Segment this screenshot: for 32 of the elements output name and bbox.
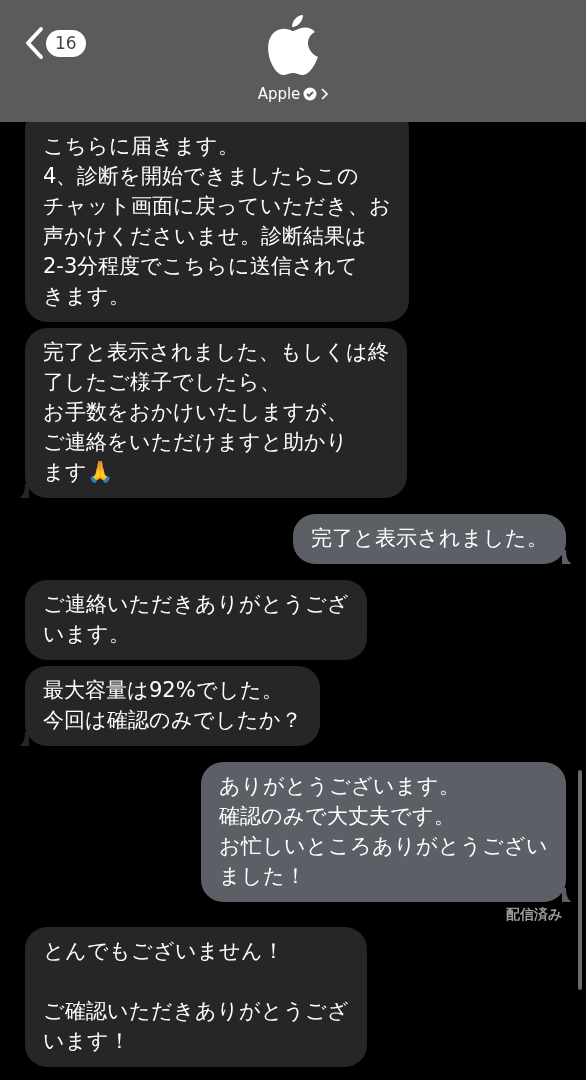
scrollbar[interactable] bbox=[578, 770, 582, 990]
message-text-line: ありがとうございます。 bbox=[219, 773, 461, 800]
message-text-line: 完了と表示されました。 bbox=[311, 525, 548, 552]
message-text-line: とんでもございません！ bbox=[43, 938, 285, 965]
contact-name-button[interactable]: Apple bbox=[257, 85, 329, 103]
chevron-right-icon bbox=[320, 88, 329, 100]
verified-badge-icon bbox=[303, 87, 318, 101]
message-text-line: きます。 bbox=[43, 283, 131, 310]
message-text-line: ます🙏 bbox=[43, 459, 114, 486]
message-text-line: 4、診断を開始できましたらこの bbox=[43, 163, 361, 190]
message-text-line: お手数をおかけいたしますが、 bbox=[43, 399, 349, 426]
message-text-line: 完了と表示されました、もしくは終 bbox=[43, 339, 389, 366]
message-text-line: 声かけくださいませ。診断結果は bbox=[43, 223, 368, 250]
back-chevron-icon bbox=[24, 26, 44, 60]
message-text-line: ました！ bbox=[219, 863, 307, 890]
apple-logo-icon bbox=[265, 13, 321, 77]
message-text-line: ご連絡いただきありがとうござ bbox=[43, 591, 349, 618]
message-text-line: います。 bbox=[43, 621, 131, 648]
message-text-line: 今回は確認のみでしたか？ bbox=[43, 707, 302, 734]
message-text-line: います！ bbox=[43, 1028, 131, 1055]
message-text-line: ご確認いただきありがとうござ bbox=[43, 998, 349, 1025]
message-text-line: お忙しいところありがとうござい bbox=[219, 833, 548, 860]
message-text-line: 2-3分程度でこちらに送信されて bbox=[43, 253, 360, 280]
message-text-line: ご連絡をいただけますと助かり bbox=[43, 429, 349, 456]
message-text-line: こちらに届きます。 bbox=[43, 133, 240, 160]
message-text-line: 了したご様子でしたら、 bbox=[43, 369, 282, 396]
delivered-status: 配信済み bbox=[506, 905, 562, 924]
unread-count-badge: 16 bbox=[46, 29, 86, 57]
back-button[interactable]: 16 bbox=[24, 26, 86, 60]
message-text-line: 確認のみで大丈夫です。 bbox=[219, 803, 456, 830]
message-text-line: 最大容量は92%でした。 bbox=[43, 677, 284, 704]
message-text-line: チャット画面に戻っていただき、お bbox=[43, 193, 391, 220]
